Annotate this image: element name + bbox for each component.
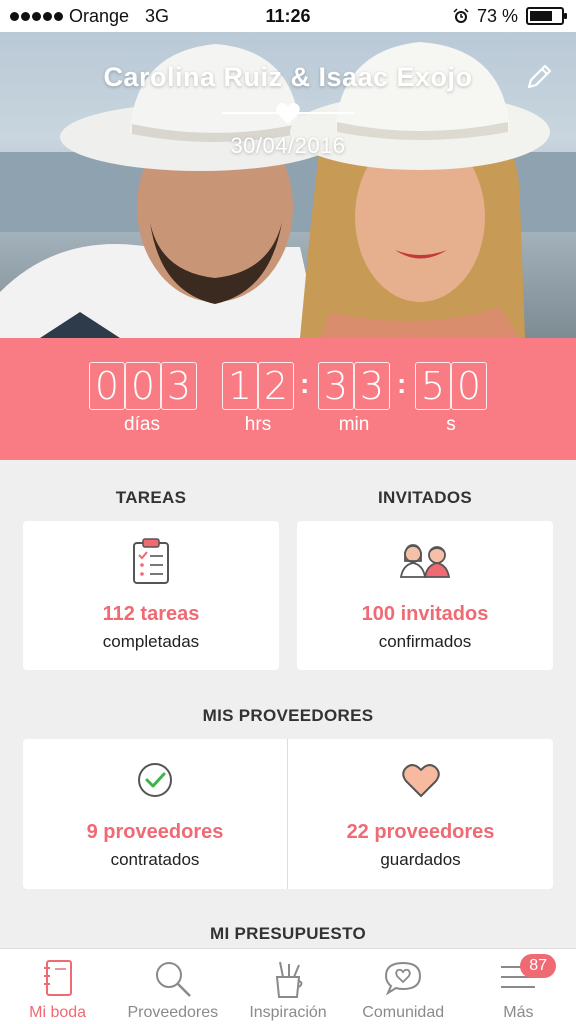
countdown-digit: 0 xyxy=(125,362,161,410)
tab-proveedores[interactable]: Proveedores xyxy=(115,949,230,1024)
notebook-icon xyxy=(43,960,72,996)
edit-icon[interactable] xyxy=(524,62,554,92)
saved-vendors-count: 22 proveedores xyxy=(346,821,495,843)
tab-bar: Mi boda Proveedores Inspiración Comunida… xyxy=(0,948,576,1024)
guests-card[interactable]: 100 invitados confirmados xyxy=(297,521,553,670)
tab-mi-boda[interactable]: Mi boda xyxy=(0,949,115,1024)
budget-title: MI PRESUPUESTO xyxy=(210,924,366,943)
tab-label: Más xyxy=(503,1004,534,1021)
countdown-digit: 2 xyxy=(258,362,294,410)
heart-outline-icon xyxy=(401,764,440,797)
seconds-label: s xyxy=(446,414,456,435)
battery-icon xyxy=(526,7,567,25)
tab-label: Proveedores xyxy=(127,1004,219,1021)
tasks-count: 112 tareas xyxy=(102,603,200,625)
hours-label: hrs xyxy=(244,414,272,435)
chat-heart-icon xyxy=(385,961,422,996)
heart-icon xyxy=(276,103,300,124)
status-right: 73 % xyxy=(453,5,567,27)
countdown-digit: 3 xyxy=(318,362,354,410)
tab-comunidad[interactable]: Comunidad xyxy=(346,949,461,1024)
countdown-digit: 3 xyxy=(354,362,390,410)
wedding-date: 30/04/2016 xyxy=(230,133,346,158)
days-label: días xyxy=(124,414,160,435)
tab-mas[interactable]: 87 Más xyxy=(461,949,576,1024)
saved-vendors-subtitle: guardados xyxy=(380,850,461,869)
minutes-label: min xyxy=(338,414,370,435)
hired-vendors-count: 9 proveedores xyxy=(86,821,224,843)
clipboard-icon xyxy=(133,538,169,584)
guests-icon xyxy=(399,544,451,578)
tasks-card[interactable]: 112 tareas completadas xyxy=(23,521,279,670)
countdown-digit: 1 xyxy=(222,362,258,410)
hired-vendors-subtitle: contratados xyxy=(110,850,200,869)
vendors-card: 9 proveedores contratados 22 proveedores… xyxy=(23,739,553,889)
saved-vendors[interactable]: 22 proveedores guardados xyxy=(288,739,553,889)
alarm-icon xyxy=(453,8,469,23)
countdown-digit: 3 xyxy=(161,362,197,410)
battery-fill xyxy=(530,11,552,21)
status-bar: Orange 3G 11:26 73 % xyxy=(0,0,576,32)
guests-title: INVITADOS xyxy=(377,488,472,507)
guests-subtitle: confirmados xyxy=(378,632,472,651)
search-icon xyxy=(155,962,191,997)
hired-vendors[interactable]: 9 proveedores contratados xyxy=(23,739,287,889)
countdown-digit: 5 xyxy=(415,362,451,410)
couple-names: Carolina Ruiz & Isaac Exojo xyxy=(103,62,473,92)
wedding-countdown: 0 0 3 1 2 : 3 3 : 5 0 días hrs min s xyxy=(0,338,576,460)
countdown-separator: : xyxy=(397,368,407,399)
tasks-subtitle: completadas xyxy=(102,632,200,651)
countdown-digit: 0 xyxy=(89,362,125,410)
pencil-cup-icon xyxy=(275,961,303,998)
notification-badge: 87 xyxy=(520,954,557,978)
couple-photo-header: Carolina Ruiz & Isaac Exojo 30/04/2016 xyxy=(0,32,576,338)
tab-label: Mi boda xyxy=(29,1004,87,1021)
tab-label: Inspiración xyxy=(249,1004,327,1021)
vendors-title: MIS PROVEEDORES xyxy=(202,706,374,725)
check-circle-icon xyxy=(138,763,172,797)
tab-inspiracion[interactable]: Inspiración xyxy=(230,949,345,1024)
guests-count: 100 invitados xyxy=(361,603,489,625)
tasks-title: TAREAS xyxy=(115,488,187,507)
countdown-digit: 0 xyxy=(451,362,487,410)
tab-label: Comunidad xyxy=(362,1004,445,1021)
countdown-separator: : xyxy=(300,368,310,399)
battery-percentage: 73 % xyxy=(476,5,518,26)
